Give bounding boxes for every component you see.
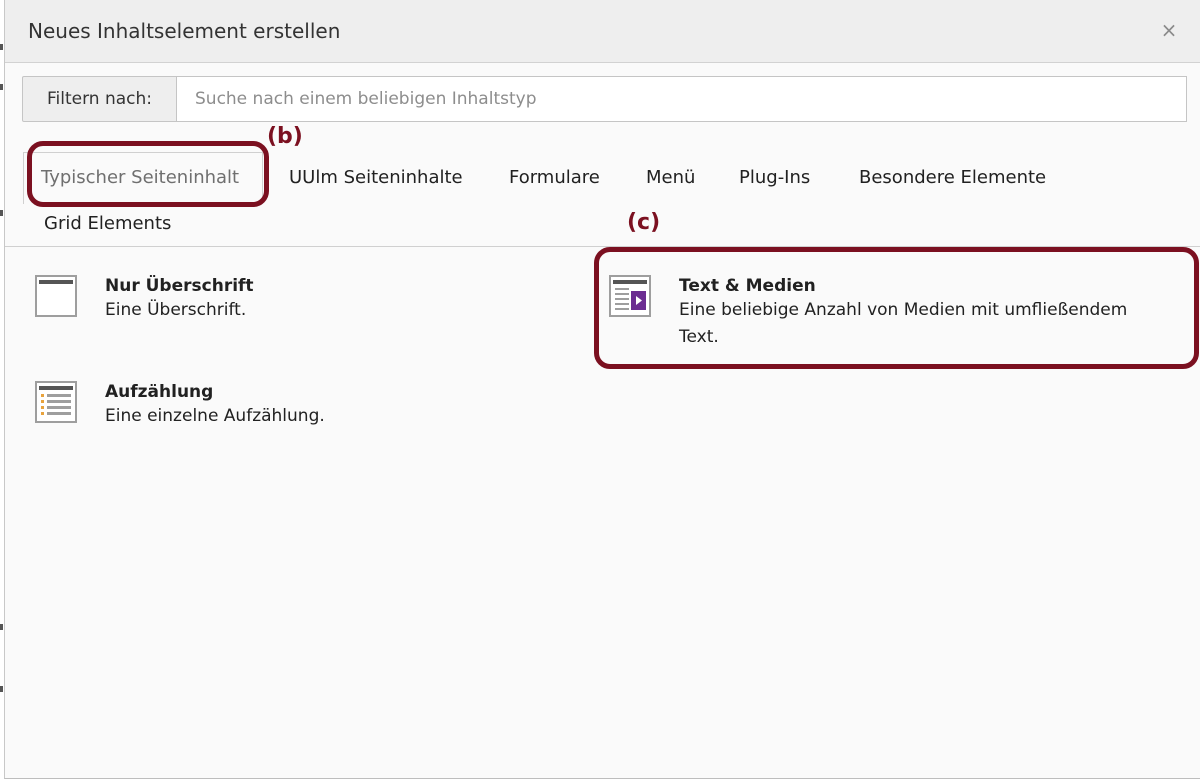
header-icon	[35, 275, 77, 317]
textmedia-icon	[609, 275, 651, 317]
filter-search-input[interactable]	[177, 76, 1187, 122]
tab-typischer-seiteninhalt[interactable]: Typischer Seiteninhalt	[41, 167, 239, 188]
content-type-text-media[interactable]: Text & Medien Eine beliebige Anzahl von …	[609, 275, 1127, 351]
tabs-divider	[5, 246, 1200, 247]
filter-row: Filtern nach:	[22, 76, 1187, 122]
item-title: Aufzählung	[105, 382, 214, 402]
tab-uulm-seiteninhalte[interactable]: UUlm Seiteninhalte	[289, 167, 463, 188]
item-title: Nur Überschrift	[105, 276, 254, 296]
content-type-bullets[interactable]: Aufzählung Eine einzelne Aufzählung.	[35, 381, 325, 430]
tab-besondere-elemente[interactable]: Besondere Elemente	[859, 167, 1046, 188]
dialog-header: Neues Inhaltselement erstellen ×	[5, 0, 1200, 63]
tab-plug-ins[interactable]: Plug-Ins	[739, 167, 810, 188]
tab-grid-elements[interactable]: Grid Elements	[44, 213, 171, 234]
close-icon[interactable]: ×	[1157, 18, 1181, 42]
bullets-icon	[35, 381, 77, 423]
annotation-c-label: (c)	[627, 210, 661, 235]
content-type-header[interactable]: Nur Überschrift Eine Überschrift.	[35, 275, 254, 324]
filter-label: Filtern nach:	[22, 76, 177, 122]
item-description: Eine Überschrift.	[105, 300, 247, 320]
item-description-line-1: Eine beliebige Anzahl von Medien mit umf…	[679, 300, 1128, 320]
tab-formulare[interactable]: Formulare	[509, 167, 600, 188]
item-title: Text & Medien	[679, 276, 816, 296]
new-content-element-dialog: Neues Inhaltselement erstellen × Filtern…	[4, 0, 1200, 779]
item-description-line-2: Text.	[679, 327, 719, 347]
annotation-b-label: (b)	[267, 124, 303, 149]
item-description: Eine einzelne Aufzählung.	[105, 406, 325, 426]
dialog-title: Neues Inhaltselement erstellen	[28, 19, 341, 43]
tab-menu[interactable]: Menü	[646, 167, 695, 188]
